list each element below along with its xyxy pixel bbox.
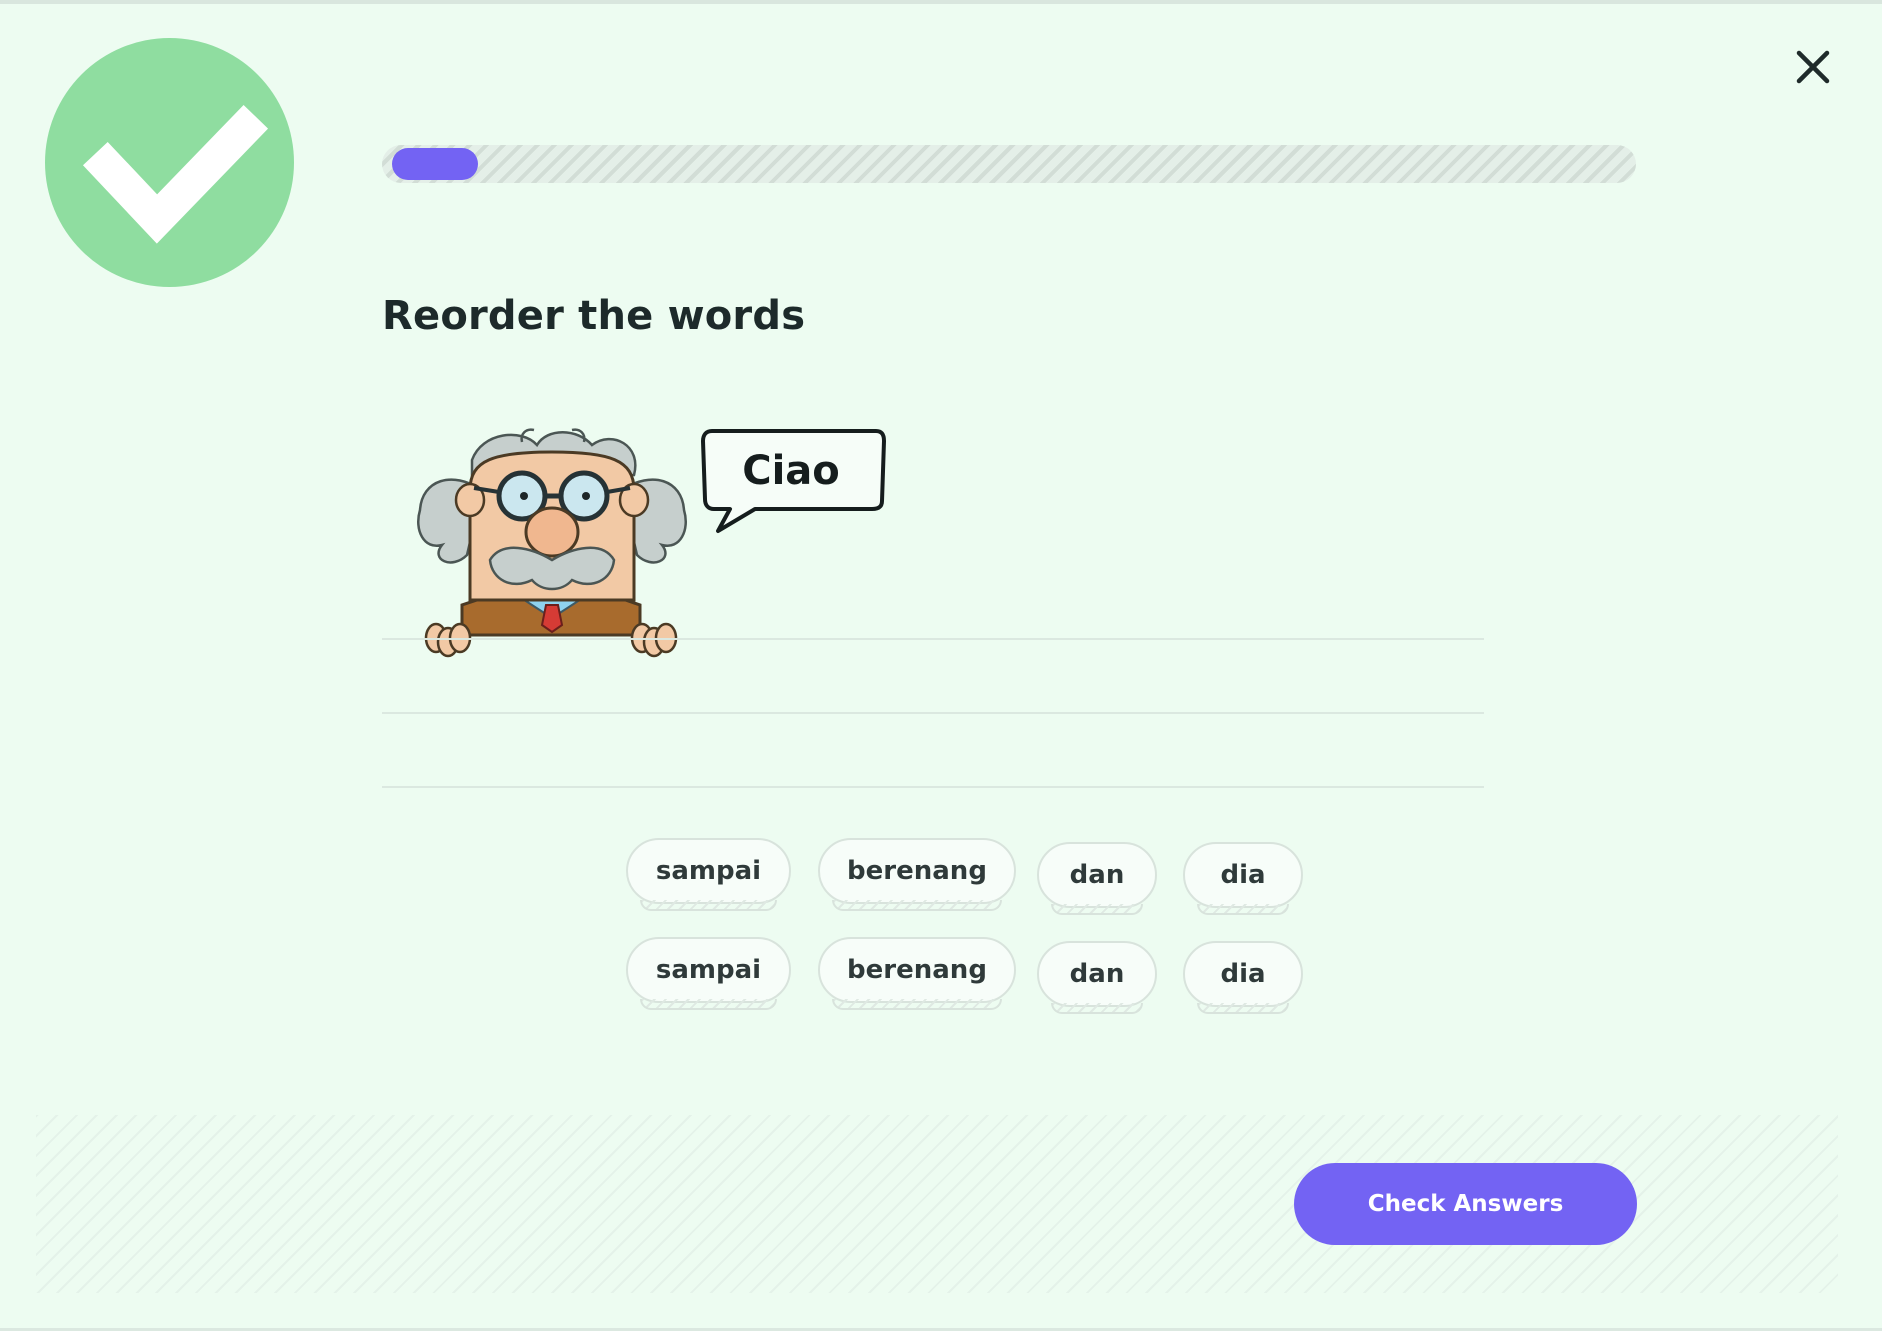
word-chip[interactable]: berenang xyxy=(818,937,1016,1010)
checkmark-icon xyxy=(82,104,269,244)
word-chip-label: dan xyxy=(1069,860,1125,890)
window-top-edge xyxy=(0,0,1882,4)
answer-line xyxy=(382,712,1484,714)
success-badge xyxy=(45,38,294,287)
word-chip[interactable]: sampai xyxy=(626,937,791,1010)
word-chip[interactable]: berenang xyxy=(818,838,1016,911)
close-button[interactable] xyxy=(1789,43,1837,91)
word-chip-label: sampai xyxy=(655,955,762,985)
word-chip-label: dia xyxy=(1220,860,1266,890)
word-chip[interactable]: dia xyxy=(1183,941,1303,1014)
progress-bar-fill xyxy=(392,148,478,180)
word-chip[interactable]: dan xyxy=(1037,842,1157,915)
close-icon xyxy=(1796,50,1830,84)
word-chip-label: sampai xyxy=(655,856,762,886)
word-chip-label: dia xyxy=(1220,959,1266,989)
word-chip[interactable]: dia xyxy=(1183,842,1303,915)
speech-text: Ciao xyxy=(742,448,840,494)
word-chip[interactable]: sampai xyxy=(626,838,791,911)
professor-mascot xyxy=(417,428,687,658)
word-chip-label: berenang xyxy=(847,856,987,886)
answer-line xyxy=(382,786,1484,788)
word-chip-label: berenang xyxy=(847,955,987,985)
progress-bar xyxy=(382,145,1636,183)
word-chip[interactable]: dan xyxy=(1037,941,1157,1014)
word-chip-label: dan xyxy=(1069,959,1125,989)
answer-line xyxy=(382,638,1484,640)
check-answers-button[interactable]: Check Answers xyxy=(1294,1163,1637,1245)
page-title: Reorder the words xyxy=(382,293,806,339)
